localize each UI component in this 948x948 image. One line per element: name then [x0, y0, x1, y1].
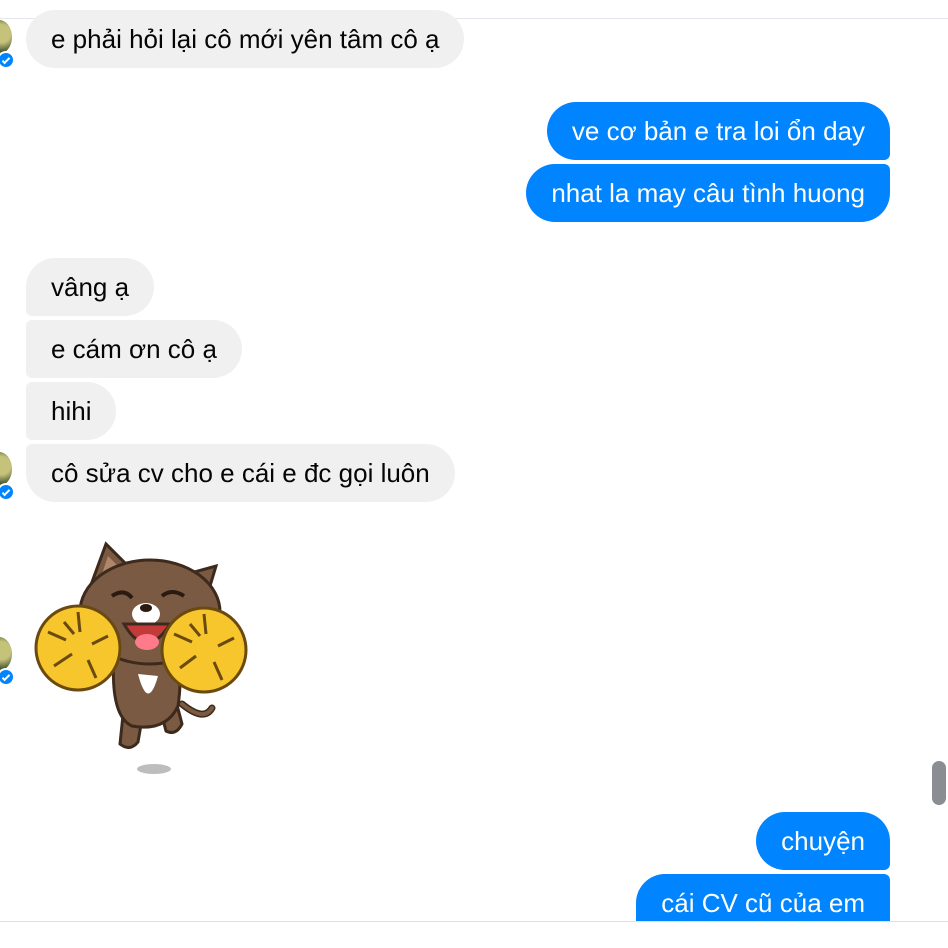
contact-avatar[interactable] — [0, 20, 12, 54]
bottom-divider — [0, 921, 948, 922]
message-bubble-incoming[interactable]: e cám ơn cô ạ — [26, 320, 242, 378]
message-bubble-incoming[interactable]: vâng ạ — [26, 258, 155, 316]
message-bubble-outgoing[interactable]: cái CV cũ của em — [636, 874, 890, 922]
message-bubble-outgoing[interactable]: nhat la may câu tình huong — [526, 164, 890, 222]
messenger-badge-icon — [0, 483, 15, 501]
contact-avatar[interactable] — [0, 637, 12, 671]
message-bubble-outgoing[interactable]: ve cơ bản e tra loi ổn day — [546, 102, 890, 160]
messenger-badge-icon — [0, 668, 15, 686]
contact-avatar[interactable] — [0, 452, 12, 486]
messenger-badge-icon — [0, 51, 15, 69]
scrollbar-thumb[interactable] — [932, 761, 946, 805]
cheerleader-cat-sticker-icon[interactable] — [34, 536, 254, 781]
message-bubble-incoming[interactable]: cô sửa cv cho e cái e đc gọi luôn — [26, 444, 455, 502]
message-bubble-incoming[interactable]: hihi — [26, 382, 117, 440]
message-bubble-outgoing[interactable]: chuyện — [756, 812, 890, 870]
message-bubble-incoming[interactable]: e phải hỏi lại cô mới yên tâm cô ạ — [26, 10, 465, 68]
